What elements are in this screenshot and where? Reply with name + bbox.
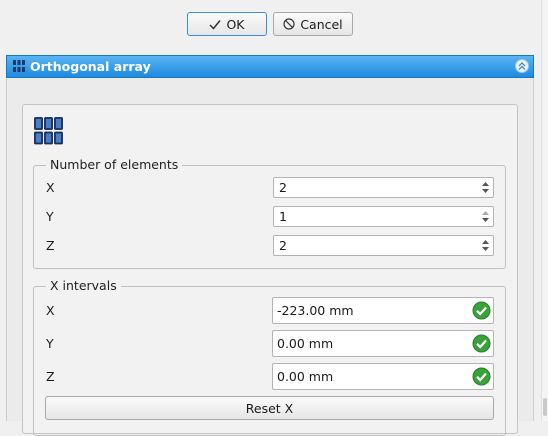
- spinbox-value: 2: [279, 238, 287, 253]
- task-panel-header[interactable]: Orthogonal array: [6, 55, 534, 78]
- ok-button[interactable]: OK: [187, 12, 267, 36]
- elements-z-spinbox[interactable]: 2: [273, 235, 494, 256]
- elements-x-label: X: [46, 180, 55, 195]
- valid-check-icon: [472, 334, 491, 356]
- orthogonal-array-icon: [13, 60, 26, 76]
- vertical-scrollbar[interactable]: [541, 0, 548, 421]
- elements-z-label: Z: [46, 238, 55, 253]
- elements-y-spinbox[interactable]: 1: [273, 206, 494, 227]
- spin-arrows-icon[interactable]: [480, 209, 491, 224]
- interval-y-field[interactable]: 0.00 mm: [272, 330, 494, 357]
- interval-x-label: X: [46, 303, 55, 318]
- spin-arrows-icon[interactable]: [480, 180, 491, 195]
- collapse-up-icon[interactable]: [515, 59, 529, 73]
- field-value: 0.00 mm: [277, 336, 334, 351]
- panel-title: Orthogonal array: [30, 59, 151, 74]
- field-value: 0.00 mm: [277, 369, 334, 384]
- cancel-button[interactable]: Cancel: [273, 12, 353, 36]
- valid-check-icon: [472, 301, 491, 323]
- ok-label: OK: [226, 16, 245, 32]
- interval-z-field[interactable]: 0.00 mm: [272, 363, 494, 390]
- spinbox-value: 2: [279, 180, 287, 195]
- interval-z-label: Z: [46, 369, 55, 384]
- group-title: X intervals: [46, 278, 121, 293]
- elements-x-spinbox[interactable]: 2: [273, 177, 494, 198]
- spinbox-value: 1: [279, 209, 287, 224]
- cancel-label: Cancel: [300, 16, 343, 32]
- valid-check-icon: [472, 367, 491, 389]
- field-value: -223.00 mm: [277, 303, 354, 318]
- reset-x-label: Reset X: [245, 400, 294, 416]
- group-title: Number of elements: [46, 157, 183, 172]
- spin-arrows-icon[interactable]: [480, 238, 491, 253]
- cancel-circle-icon: [283, 18, 295, 30]
- interval-x-field[interactable]: -223.00 mm: [272, 297, 494, 324]
- scrollbar-thumb[interactable]: [543, 398, 547, 416]
- orthogonal-array-icon: [34, 117, 64, 148]
- reset-x-button[interactable]: Reset X: [45, 396, 494, 420]
- elements-y-label: Y: [46, 209, 54, 224]
- interval-y-label: Y: [46, 336, 54, 351]
- checkmark-icon: [209, 19, 222, 30]
